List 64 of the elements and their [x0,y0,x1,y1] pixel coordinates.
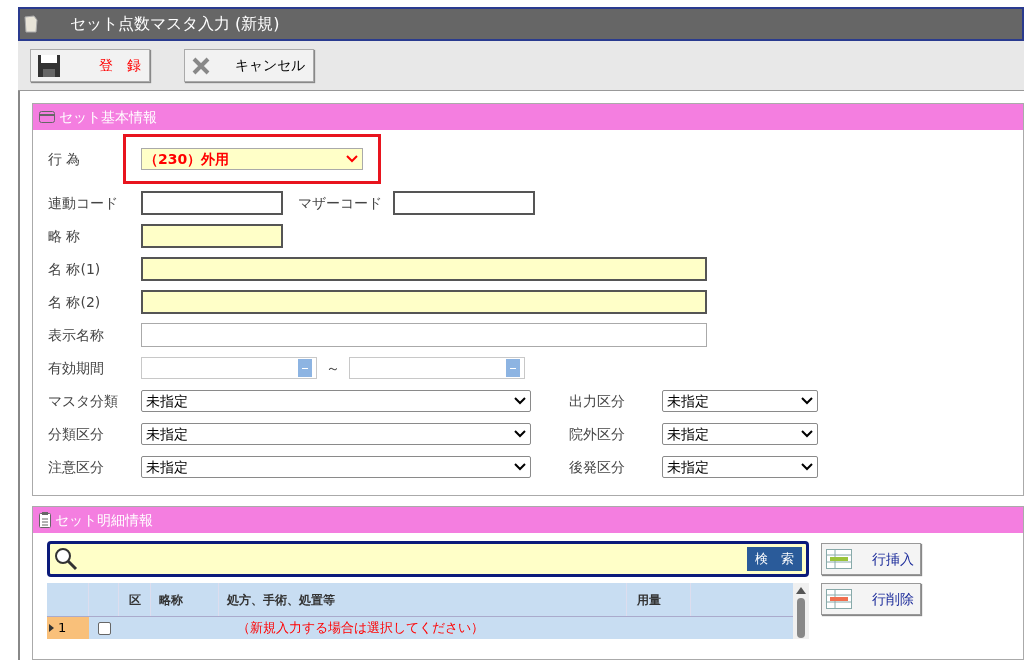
search-icon [54,547,78,571]
field-label: 分類区分 [48,424,105,444]
save-button[interactable]: 登 録 [30,49,150,82]
field-label: 注意区分 [48,457,105,477]
table-insert-icon [826,549,852,569]
field-label: マスタ分類 [48,391,119,411]
dropdown-caret-icon [514,463,526,471]
row-checkbox[interactable] [97,621,111,635]
close-icon [191,55,211,76]
scrollbar-thumb[interactable] [797,598,805,638]
field-label: 有効期間 [48,358,105,378]
column-header: 略称 [151,583,219,616]
clipboard-icon [39,512,51,528]
select-field[interactable]: 未指定 [141,456,531,478]
select-field[interactable]: 未指定 [662,456,818,478]
column-header: 用量 [627,583,691,616]
row-number: 1 [47,617,89,639]
table-row[interactable]: 1 （新規入力する場合は選択してください） [47,617,793,639]
field-label: 表示名称 [48,325,105,345]
dropdown-caret-icon [801,397,813,405]
column-header: 区 [119,583,151,616]
field-label: 院外区分 [569,424,626,444]
document-icon [24,15,38,33]
input-field[interactable] [393,191,535,215]
input-field[interactable] [141,191,283,215]
input-field[interactable] [141,257,707,281]
dropdown-caret-icon [514,430,526,438]
section-title: セット基本情報 [59,107,157,127]
field-label: 略 称 [48,226,82,246]
action-select[interactable]: （230）外用 [141,148,363,170]
input-field[interactable] [141,290,707,314]
dropdown-caret-icon [801,463,813,471]
select-field[interactable]: 未指定 [662,423,818,445]
range-separator: ～ [325,358,341,378]
card-icon [39,111,55,123]
select-field[interactable]: 未指定 [662,390,818,412]
dropdown-caret-icon [346,155,358,163]
field-label: 名 称(1) [48,259,102,279]
current-row-icon [49,624,54,632]
field-label: 連動コード [48,193,119,213]
window-title: セット点数マスタ入力 (新規) [70,13,280,35]
search-button[interactable]: 検 索 [747,547,802,571]
input-field[interactable] [141,323,707,347]
insert-row-button[interactable]: 行挿入 [821,543,921,575]
field-label: 後発区分 [569,457,626,477]
select-field[interactable]: 未指定 [141,390,531,412]
section-title: セット明細情報 [55,510,153,530]
field-label: 名 称(2) [48,292,102,312]
date-field[interactable] [349,357,525,379]
cancel-button[interactable]: キャンセル [184,49,314,82]
column-header: 処方、手術、処置等 [219,583,627,616]
dropdown-caret-icon [801,430,813,438]
table-delete-icon [826,589,852,609]
scroll-up-arrow-icon[interactable] [796,587,806,594]
date-field[interactable] [141,357,317,379]
field-label: 出力区分 [569,391,626,411]
field-label: 行 為 [48,149,82,169]
search-field[interactable]: 検 索 [47,541,809,577]
row-hint: （新規入力する場合は選択してください） [237,619,484,638]
dropdown-caret-icon [514,397,526,405]
input-field[interactable] [141,224,283,248]
field-label: マザーコード [298,193,383,213]
select-field[interactable]: 未指定 [141,423,531,445]
delete-row-button[interactable]: 行削除 [821,583,921,615]
